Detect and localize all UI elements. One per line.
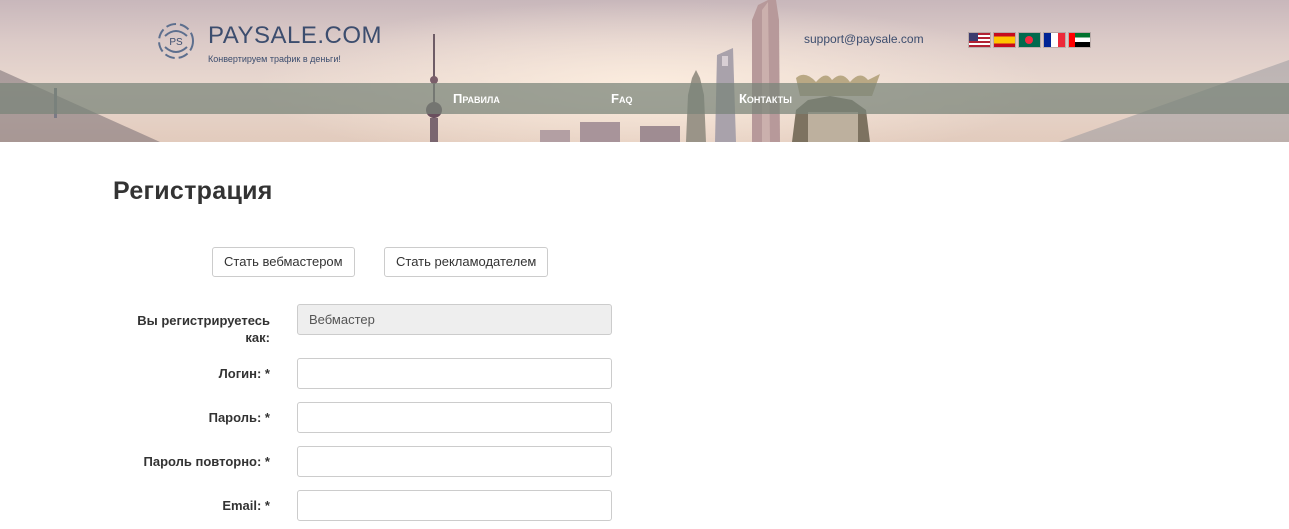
flag-ae-icon[interactable] — [1069, 33, 1090, 47]
role-field — [297, 304, 612, 335]
become-advertiser-button[interactable]: Стать рекламодателем — [384, 247, 549, 277]
flag-es-icon[interactable] — [994, 33, 1015, 47]
flag-bd-icon[interactable] — [1019, 33, 1040, 47]
site-logo[interactable]: PS PAYSALE.COM Конвертируем трафик в ден… — [157, 22, 382, 68]
login-input[interactable] — [297, 358, 612, 389]
password-input[interactable] — [297, 402, 612, 433]
password-repeat-label: Пароль повторно: * — [143, 454, 270, 469]
email-label: Email: * — [222, 498, 270, 513]
logo-tagline: Конвертируем трафик в деньги! — [208, 54, 341, 64]
become-webmaster-button[interactable]: Стать вебмастером — [212, 247, 355, 277]
svg-text:PS: PS — [169, 37, 183, 48]
flag-fr-icon[interactable] — [1044, 33, 1065, 47]
nav-link-faq[interactable]: Faq — [611, 91, 632, 106]
language-switcher — [969, 33, 1090, 47]
login-label: Логин: * — [218, 366, 270, 381]
paysale-logo-icon: PS — [158, 23, 194, 59]
role-label: Вы регистрируетесь как: — [137, 313, 270, 345]
password-repeat-input[interactable] — [297, 446, 612, 477]
site-header: PS PAYSALE.COM Конвертируем трафик в ден… — [0, 0, 1289, 142]
support-email-link[interactable]: support@paysale.com — [804, 32, 924, 46]
page-title: Регистрация — [113, 177, 273, 205]
password-label: Пароль: * — [208, 410, 270, 425]
nav-link-contacts[interactable]: Контакты — [739, 91, 792, 106]
flag-us-icon[interactable] — [969, 33, 990, 47]
main-navbar: Правила Faq Контакты — [0, 83, 1289, 114]
email-input[interactable] — [297, 490, 612, 521]
logo-title: PAYSALE.COM — [208, 22, 382, 49]
nav-link-rules[interactable]: Правила — [453, 91, 500, 106]
